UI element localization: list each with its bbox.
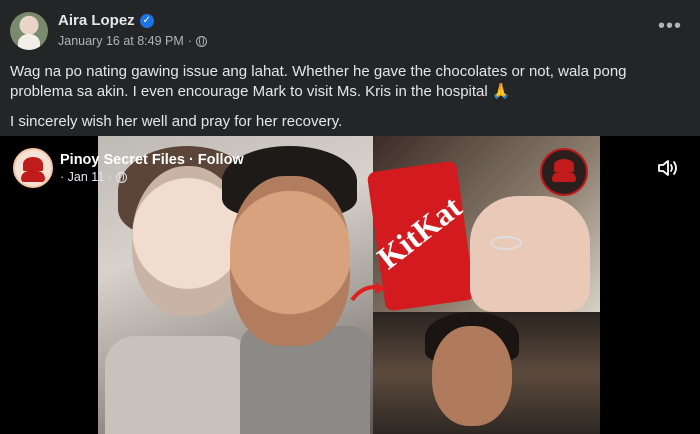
shared-date: · Jan 11 · [60,170,127,184]
post-date[interactable]: January 16 at 8:49 PM [58,34,184,48]
photo-detail [470,196,590,312]
post-paragraph-1: Wag na po nating gawing issue ang lahat.… [10,63,627,100]
more-options-icon[interactable]: ••• [654,16,686,40]
shared-date-text[interactable]: · Jan 11 · [60,170,112,184]
kitkat-label: KitKat [370,188,469,277]
author-avatar[interactable] [10,12,48,50]
post-header: Aira Lopez ✓ January 16 at 8:49 PM · ••• [0,0,700,60]
globe-icon [115,171,127,183]
volume-icon[interactable] [656,156,680,180]
photo-detail [230,176,350,346]
shared-page-name[interactable]: Pinoy Secret Files · Follow [60,152,244,168]
photo-detail [490,236,522,250]
watermark-logo [540,148,588,196]
photo-detail [432,326,512,426]
meta-separator: · [187,34,192,48]
post-paragraph-2: I sincerely wish her well and pray for h… [10,113,343,130]
photo-detail [105,336,255,434]
author-row: Aira Lopez ✓ [58,12,154,29]
post-meta: January 16 at 8:49 PM · [58,34,207,48]
author-name[interactable]: Aira Lopez [58,12,135,29]
shared-video[interactable]: KitKat Pinoy Secret Files · Follow · Jan… [0,136,700,434]
page-logo[interactable] [13,148,53,188]
verified-badge-icon: ✓ [139,13,154,28]
post-text: Wag na po nating gawing issue ang lahat.… [10,62,690,142]
globe-icon[interactable] [195,35,207,47]
red-arrow-icon [350,282,386,302]
